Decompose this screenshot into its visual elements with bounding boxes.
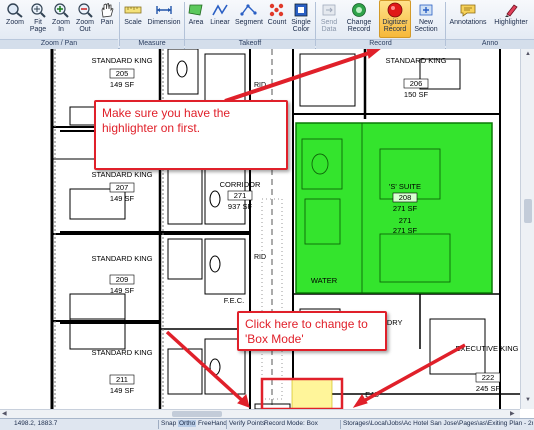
area-button[interactable]: Area [186, 1, 206, 37]
scale-button[interactable]: Scale [121, 1, 145, 37]
annotations-icon [459, 2, 477, 18]
corridor-label: CORRIDOR [220, 180, 261, 189]
new-section-icon [417, 2, 435, 18]
arrow-left-down [165, 330, 247, 405]
send-data-button[interactable]: Send Data [317, 1, 341, 37]
room-211-area: 149 SF [110, 386, 135, 395]
change-record-icon [350, 2, 368, 18]
drawing-canvas[interactable]: RID RID RID RID STANDARD KING 205 149 SF… [0, 49, 520, 409]
suite-label: 'S' SUITE [389, 182, 421, 191]
other-area: 271 SF [393, 226, 418, 235]
callout-box-mode: Click here to change to 'Box Mode' [237, 311, 387, 351]
suite-area: 271 SF [393, 204, 418, 213]
fit-page-button[interactable]: Fit Page [26, 1, 50, 37]
zoom-in-icon [52, 2, 70, 18]
room-207-type: STANDARD KING [91, 170, 152, 179]
status-separator [340, 420, 341, 429]
dimension-icon [155, 2, 173, 18]
room-205-num: 205 [116, 69, 129, 78]
room-206-type: STANDARD KING [385, 56, 446, 65]
status-snap[interactable]: Snap [161, 420, 176, 427]
other-num: 271 [399, 216, 412, 225]
exec-area: 245 SF [476, 384, 501, 393]
label-rid-3: RID [254, 254, 266, 261]
fec-label: F.E.C. [224, 296, 244, 305]
group-label-zoom-pan: Zoom / Pan [0, 39, 118, 49]
pan-button[interactable]: Pan [97, 1, 117, 37]
status-separator [226, 420, 227, 429]
group-label-record: Record [316, 39, 445, 49]
linear-icon [211, 2, 229, 18]
room-205-area: 149 SF [110, 80, 135, 89]
linear-button[interactable]: Linear [208, 1, 232, 37]
segment-icon [240, 2, 258, 18]
arrow-head-highlighter [366, 49, 381, 59]
suite-num: 208 [399, 193, 412, 202]
room-209-area: 149 SF [110, 286, 135, 295]
group-label-takeoff: Takeoff [185, 39, 315, 49]
status-file-path: Storages\Local\Jobs\Ac Hotel San Jose\Pa… [343, 420, 533, 427]
scale-icon [124, 2, 142, 18]
scroll-up-icon[interactable]: ▲ [523, 51, 533, 59]
zoom-icon [6, 2, 24, 18]
corridor-area: 937 SF [228, 202, 253, 211]
status-coords: 1498.2, 1883.7 [14, 420, 58, 427]
pan-hand-icon [98, 2, 116, 18]
zoom-in-button[interactable]: Zoom In [50, 1, 72, 37]
change-record-button[interactable]: Change Record [342, 1, 376, 37]
count-icon [268, 2, 286, 18]
status-record-mode[interactable]: Record Mode: Box [264, 420, 318, 427]
room-209-num: 209 [116, 275, 129, 284]
scroll-down-icon[interactable]: ▼ [523, 397, 533, 405]
digitizer-record-icon [386, 2, 404, 18]
group-label-measure: Measure [120, 39, 184, 49]
highlighter-button[interactable]: Highlighter [490, 1, 532, 37]
scroll-left-icon[interactable]: ◀ [2, 410, 10, 418]
zoom-out-icon [76, 2, 94, 18]
zoom-button[interactable]: Zoom [2, 1, 28, 37]
water-label: WATER [311, 276, 338, 285]
room-211-type: STANDARD KING [91, 348, 152, 357]
room-206-num: 206 [410, 79, 423, 88]
dimension-button[interactable]: Dimension [146, 1, 182, 37]
segment-button[interactable]: Segment [234, 1, 264, 37]
yellow-area [291, 378, 333, 409]
room-207-area: 149 SF [110, 194, 135, 203]
area-icon [187, 2, 205, 18]
status-ortho[interactable]: Ortho [178, 420, 197, 427]
callout-highlighter: Make sure you have the highlighter on fi… [94, 100, 288, 170]
status-separator [158, 420, 159, 429]
send-data-icon [320, 2, 338, 18]
fit-page-icon [29, 2, 47, 18]
single-color-button[interactable]: Single Color [289, 1, 313, 37]
digitizer-record-button[interactable]: Digitizer Record [379, 0, 411, 38]
room-211-num: 211 [116, 375, 128, 384]
highlighter-icon [502, 2, 520, 18]
room-207-num: 207 [116, 183, 129, 192]
vertical-scrollbar[interactable]: ▲ ▼ [520, 49, 534, 409]
zoom-out-button[interactable]: Zoom Out [73, 1, 97, 37]
vertical-scroll-thumb[interactable] [524, 199, 532, 223]
room-206-area: 150 SF [404, 90, 429, 99]
room-205-type: STANDARD KING [91, 56, 152, 65]
horizontal-scroll-thumb[interactable] [172, 411, 222, 417]
new-section-button[interactable]: New Section [412, 1, 440, 37]
group-label-anno: Anno [446, 39, 534, 49]
scroll-right-icon[interactable]: ▶ [510, 410, 518, 418]
count-button[interactable]: Count [266, 1, 288, 37]
single-color-icon [292, 2, 310, 18]
status-verify-points[interactable]: Verify Points [229, 420, 265, 427]
exec-num: 222 [482, 373, 495, 382]
ribbon-toolbar: Zoom Fit Page Zoom In Zoom Out Pan Scale… [0, 0, 534, 49]
status-freehand[interactable]: FreeHand [198, 420, 227, 427]
annotations-button[interactable]: Annotations [448, 1, 488, 37]
room-209-type: STANDARD KING [91, 254, 152, 263]
status-bar: 1498.2, 1883.7 Snap Ortho FreeHand Verif… [0, 418, 534, 430]
corridor-num: 271 [234, 191, 247, 200]
